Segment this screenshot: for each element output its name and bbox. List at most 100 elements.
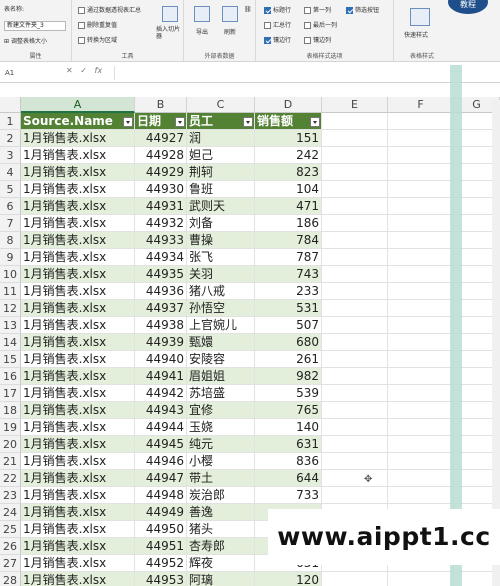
refresh-icon[interactable]: [222, 6, 238, 22]
empty-cell[interactable]: [322, 266, 388, 283]
table-cell[interactable]: 44949: [135, 504, 187, 521]
empty-cell[interactable]: [322, 419, 388, 436]
table-cell[interactable]: 1月销售表.xlsx: [21, 130, 135, 147]
empty-cell[interactable]: [322, 385, 388, 402]
table-cell[interactable]: 44953: [135, 572, 187, 586]
column-header-d[interactable]: D: [255, 97, 322, 113]
empty-cell[interactable]: [322, 147, 388, 164]
filter-dropdown-icon[interactable]: [243, 117, 253, 127]
table-cell[interactable]: 233: [255, 283, 322, 300]
table-cell[interactable]: 杏寿郎: [187, 538, 255, 555]
table-cell[interactable]: 1月销售表.xlsx: [21, 487, 135, 504]
empty-cell[interactable]: [322, 215, 388, 232]
empty-cell[interactable]: [322, 300, 388, 317]
banded-rows-checkbox[interactable]: 镶边行: [264, 35, 291, 44]
table-cell[interactable]: 猪八戒: [187, 283, 255, 300]
table-cell[interactable]: 765: [255, 402, 322, 419]
row-header[interactable]: 12: [0, 300, 21, 317]
filter-button-checkbox[interactable]: 筛选按钮: [346, 5, 379, 14]
table-cell[interactable]: 眉姐姐: [187, 368, 255, 385]
table-cell[interactable]: 44947: [135, 470, 187, 487]
table-cell[interactable]: 1月销售表.xlsx: [21, 317, 135, 334]
cancel-icon[interactable]: ✕: [66, 66, 73, 75]
row-header[interactable]: 6: [0, 198, 21, 215]
last-column-checkbox[interactable]: 最后一列: [304, 20, 337, 29]
table-cell[interactable]: 44931: [135, 198, 187, 215]
table-cell[interactable]: 阿璃: [187, 572, 255, 586]
table-cell[interactable]: 苏培盛: [187, 385, 255, 402]
insert-slicer-button[interactable]: 插入切片器: [156, 26, 182, 40]
column-header-c[interactable]: C: [187, 97, 255, 113]
table-cell[interactable]: 1月销售表.xlsx: [21, 453, 135, 470]
table-cell[interactable]: 44945: [135, 436, 187, 453]
table-cell[interactable]: 1月销售表.xlsx: [21, 538, 135, 555]
empty-cell[interactable]: [322, 317, 388, 334]
table-cell[interactable]: 531: [255, 300, 322, 317]
table-cell[interactable]: 1月销售表.xlsx: [21, 249, 135, 266]
table-cell[interactable]: 1月销售表.xlsx: [21, 334, 135, 351]
table-cell[interactable]: 471: [255, 198, 322, 215]
table-cell[interactable]: 242: [255, 147, 322, 164]
table-cell[interactable]: 安陵容: [187, 351, 255, 368]
empty-cell[interactable]: [322, 572, 388, 586]
table-cell[interactable]: 1月销售表.xlsx: [21, 266, 135, 283]
empty-cell[interactable]: [322, 368, 388, 385]
table-cell[interactable]: 44940: [135, 351, 187, 368]
empty-cell[interactable]: [388, 113, 454, 130]
formula-input[interactable]: [114, 66, 494, 80]
table-cell[interactable]: 261: [255, 351, 322, 368]
filter-dropdown-icon[interactable]: [310, 117, 320, 127]
table-cell[interactable]: 733: [255, 487, 322, 504]
table-cell[interactable]: 44934: [135, 249, 187, 266]
table-cell[interactable]: 743: [255, 266, 322, 283]
table-cell[interactable]: 1月销售表.xlsx: [21, 351, 135, 368]
column-header-b[interactable]: B: [135, 97, 187, 113]
unlink-icon[interactable]: ⛓: [244, 6, 252, 13]
row-header[interactable]: 26: [0, 538, 21, 555]
table-cell[interactable]: 曹操: [187, 232, 255, 249]
empty-cell[interactable]: [388, 470, 454, 487]
table-cell[interactable]: 1月销售表.xlsx: [21, 385, 135, 402]
empty-cell[interactable]: [322, 113, 388, 130]
empty-cell[interactable]: [388, 198, 454, 215]
row-header[interactable]: 2: [0, 130, 21, 147]
empty-cell[interactable]: [388, 487, 454, 504]
empty-cell[interactable]: [388, 368, 454, 385]
row-header[interactable]: 9: [0, 249, 21, 266]
table-cell[interactable]: 836: [255, 453, 322, 470]
table-cell[interactable]: 44944: [135, 419, 187, 436]
table-cell[interactable]: 辉夜: [187, 555, 255, 572]
table-header-cell[interactable]: 销售额: [255, 113, 322, 130]
table-cell[interactable]: 44935: [135, 266, 187, 283]
table-cell[interactable]: 炭治郎: [187, 487, 255, 504]
table-cell[interactable]: 120: [255, 572, 322, 586]
row-header[interactable]: 15: [0, 351, 21, 368]
table-cell[interactable]: 44939: [135, 334, 187, 351]
empty-cell[interactable]: [388, 419, 454, 436]
table-cell[interactable]: 44937: [135, 300, 187, 317]
empty-cell[interactable]: [388, 351, 454, 368]
empty-cell[interactable]: [388, 385, 454, 402]
empty-cell[interactable]: [388, 283, 454, 300]
table-cell[interactable]: 1月销售表.xlsx: [21, 232, 135, 249]
table-cell[interactable]: 1月销售表.xlsx: [21, 147, 135, 164]
empty-cell[interactable]: [388, 232, 454, 249]
empty-cell[interactable]: [322, 487, 388, 504]
table-cell[interactable]: 1月销售表.xlsx: [21, 402, 135, 419]
row-header[interactable]: 21: [0, 453, 21, 470]
table-cell[interactable]: 上官婉儿: [187, 317, 255, 334]
table-cell[interactable]: 44938: [135, 317, 187, 334]
table-cell[interactable]: 1月销售表.xlsx: [21, 470, 135, 487]
table-cell[interactable]: 44946: [135, 453, 187, 470]
empty-cell[interactable]: [322, 130, 388, 147]
empty-cell[interactable]: [322, 249, 388, 266]
row-header[interactable]: 7: [0, 215, 21, 232]
table-cell[interactable]: 44942: [135, 385, 187, 402]
table-cell[interactable]: 善逸: [187, 504, 255, 521]
table-cell[interactable]: 1月销售表.xlsx: [21, 198, 135, 215]
quick-styles-icon[interactable]: [410, 8, 430, 26]
row-header[interactable]: 25: [0, 521, 21, 538]
table-name-input[interactable]: 新建文件夹_3: [4, 21, 66, 31]
quick-styles-button[interactable]: 快速样式: [404, 30, 428, 39]
table-cell[interactable]: 宜修: [187, 402, 255, 419]
